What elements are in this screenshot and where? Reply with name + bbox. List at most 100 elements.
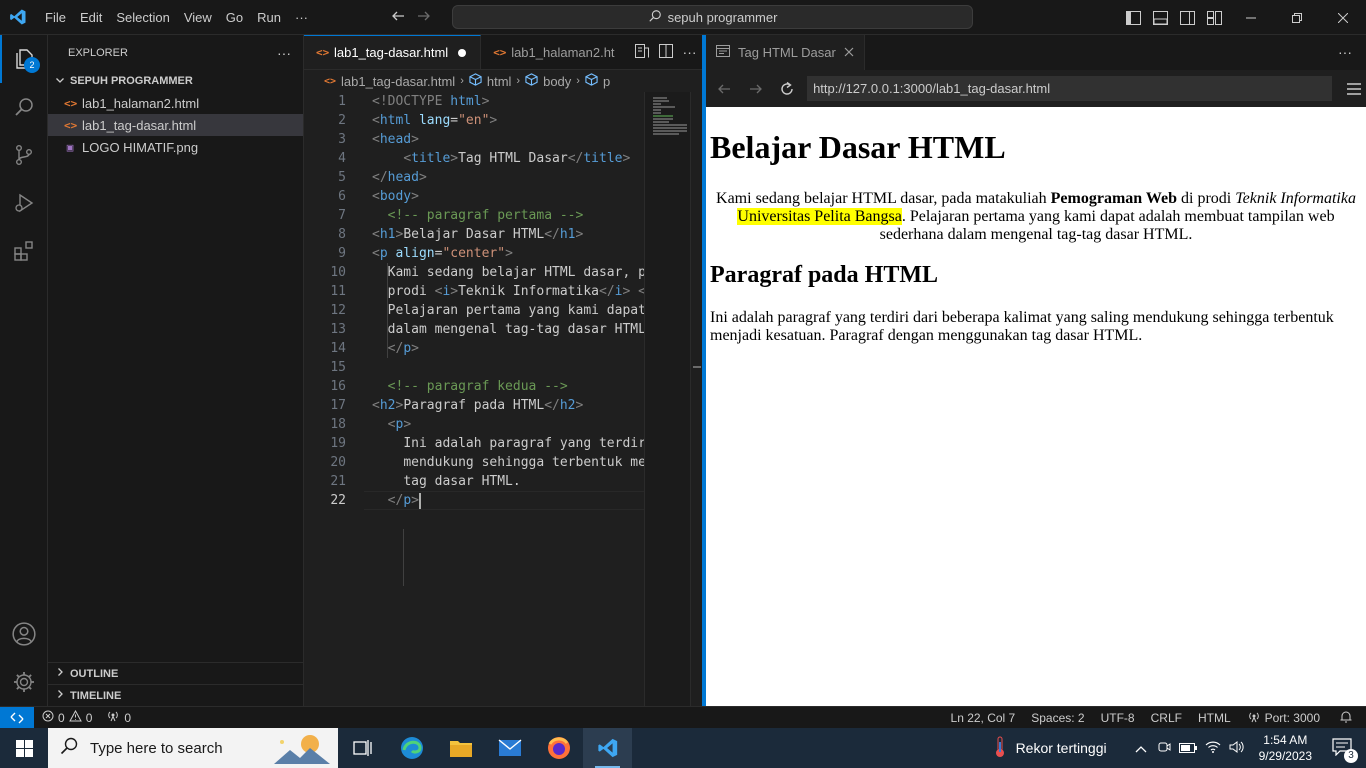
outline-label: OUTLINE [70, 667, 119, 680]
indentation[interactable]: Spaces: 2 [1023, 711, 1092, 725]
timeline-label: TIMELINE [70, 689, 122, 702]
file-item-logo[interactable]: ▣ LOGO HIMATIF.png [48, 136, 303, 158]
wifi-icon[interactable] [1201, 741, 1225, 756]
menu-edit[interactable]: Edit [73, 0, 109, 35]
error-count: 0 [58, 710, 65, 725]
url-input[interactable]: http://127.0.0.1:3000/lab1_tag-dasar.htm… [807, 76, 1333, 101]
editor-scrollbar[interactable] [690, 92, 702, 706]
search-view-icon[interactable] [0, 83, 48, 131]
vscode-taskbar-icon[interactable] [583, 728, 632, 768]
restore-icon[interactable] [1274, 0, 1320, 35]
explorer-icon[interactable]: 2 [0, 35, 48, 83]
cursor-position[interactable]: Ln 22, Col 7 [943, 711, 1024, 725]
breadcrumb-file[interactable]: lab1_tag-dasar.html [341, 74, 455, 89]
taskbar-search-input[interactable]: Type here to search [48, 728, 338, 768]
chevron-up-icon[interactable] [1129, 741, 1153, 756]
code-line: 14 </p> [330, 341, 419, 356]
remote-indicator-icon[interactable] [0, 706, 34, 729]
close-window-icon[interactable] [1320, 0, 1366, 35]
meet-now-icon[interactable] [1153, 740, 1175, 757]
paragraph-2: Ini adalah paragraf yang terdiri dari be… [710, 309, 1334, 344]
chevron-right-icon [54, 666, 66, 681]
minimap[interactable] [644, 92, 690, 706]
toggle-panel-icon[interactable] [1147, 0, 1174, 35]
menu-go[interactable]: Go [219, 0, 250, 35]
tab-browser[interactable]: Tag HTML Dasar [706, 35, 865, 70]
menu-view[interactable]: View [177, 0, 219, 35]
weather-text[interactable]: Rekor tertinggi [1012, 740, 1129, 756]
page-heading-h2: Paragraf pada HTML [710, 262, 938, 288]
toggle-secondary-sidebar-icon[interactable] [1174, 0, 1201, 35]
menu-more[interactable]: ··· [288, 0, 315, 35]
timeline-section[interactable]: TIMELINE [48, 684, 304, 706]
tab-halaman2[interactable]: <> lab1_halaman2.ht [481, 35, 624, 69]
explorer-more-button[interactable]: ··· [277, 45, 291, 61]
open-preview-icon[interactable] [634, 43, 649, 61]
unsaved-dot-icon[interactable] [454, 48, 470, 57]
browser-forward-icon[interactable] [744, 77, 768, 101]
edge-browser-icon[interactable] [387, 728, 436, 768]
explorer-sidebar: EXPLORER ··· SEPUH PROGRAMMER <> lab1_ha… [48, 35, 304, 706]
close-tab-icon[interactable] [844, 45, 854, 60]
mail-icon[interactable] [485, 728, 534, 768]
command-center-search[interactable]: sepuh programmer [452, 5, 973, 29]
task-view-icon[interactable] [338, 728, 387, 768]
code-editor[interactable]: 1 <!DOCTYPE html> 2 <html lang="en"> 3 <hea… [304, 92, 644, 706]
extensions-icon[interactable] [0, 227, 48, 275]
browser-more-icon[interactable]: ··· [1338, 35, 1352, 70]
menu-selection[interactable]: Selection [109, 0, 176, 35]
url-text: http://127.0.0.1:3000/lab1_tag-dasar.htm… [813, 81, 1051, 96]
toggle-sidebar-icon[interactable] [1120, 0, 1147, 35]
code-line: 17 <h2>Paragraf pada HTML</h2> [330, 398, 584, 413]
explorer-title: EXPLORER [68, 46, 128, 59]
chevron-down-icon [54, 74, 66, 89]
html-file-icon: <> [324, 75, 337, 87]
line-ending[interactable]: CRLF [1143, 711, 1190, 725]
breadcrumb-p[interactable]: p [603, 74, 610, 89]
accounts-icon[interactable] [0, 610, 48, 658]
chevron-right-icon: › [460, 75, 464, 87]
file-item-tag-dasar[interactable]: <> lab1_tag-dasar.html [48, 114, 303, 136]
editor-more-icon[interactable]: ··· [683, 44, 697, 60]
browser-back-icon[interactable] [712, 77, 736, 101]
reload-icon[interactable] [775, 77, 799, 101]
live-server-port[interactable]: Port: 3000 [1239, 711, 1328, 726]
breadcrumb-html[interactable]: html [487, 74, 512, 89]
battery-icon[interactable] [1175, 741, 1201, 756]
broadcast-icon [106, 710, 120, 725]
thermometer-icon[interactable] [988, 736, 1012, 761]
chevron-right-icon: › [576, 75, 580, 87]
tab-label: lab1_tag-dasar.html [334, 45, 449, 60]
file-explorer-icon[interactable] [436, 728, 485, 768]
breadcrumb-body[interactable]: body [543, 74, 571, 89]
menu-file[interactable]: File [38, 0, 73, 35]
notification-center-icon[interactable]: 3 [1322, 737, 1366, 763]
minimize-icon[interactable] [1228, 0, 1274, 35]
volume-icon[interactable] [1225, 740, 1249, 757]
windows-start-icon[interactable] [0, 728, 48, 768]
language-mode[interactable]: HTML [1190, 711, 1239, 725]
html-file-icon: <> [64, 118, 78, 132]
menu-run[interactable]: Run [250, 0, 288, 35]
customize-layout-icon[interactable] [1201, 0, 1228, 35]
problems-indicator[interactable]: 0 0 [34, 709, 92, 725]
date: 9/29/2023 [1258, 749, 1312, 763]
settings-gear-icon[interactable] [0, 658, 48, 706]
ports-indicator[interactable]: 0 [92, 710, 131, 725]
file-item-halaman2[interactable]: <> lab1_halaman2.html [48, 92, 303, 114]
folder-header[interactable]: SEPUH PROGRAMMER [48, 70, 303, 92]
tab-tag-dasar[interactable]: <> lab1_tag-dasar.html [304, 35, 482, 69]
source-control-icon[interactable] [0, 131, 48, 179]
notifications-bell-icon[interactable] [1328, 710, 1366, 726]
run-debug-icon[interactable] [0, 179, 48, 227]
forward-arrow-icon[interactable] [416, 8, 432, 27]
outline-section[interactable]: OUTLINE [48, 662, 304, 684]
back-arrow-icon[interactable] [390, 8, 406, 27]
split-editor-icon[interactable] [658, 43, 673, 61]
clock[interactable]: 1:54 AM 9/29/2023 [1249, 732, 1322, 764]
firefox-icon[interactable] [534, 728, 583, 768]
hamburger-menu-icon[interactable] [1342, 77, 1366, 101]
encoding[interactable]: UTF-8 [1093, 711, 1143, 725]
text-cursor [418, 492, 421, 509]
chevron-right-icon: › [516, 75, 521, 87]
